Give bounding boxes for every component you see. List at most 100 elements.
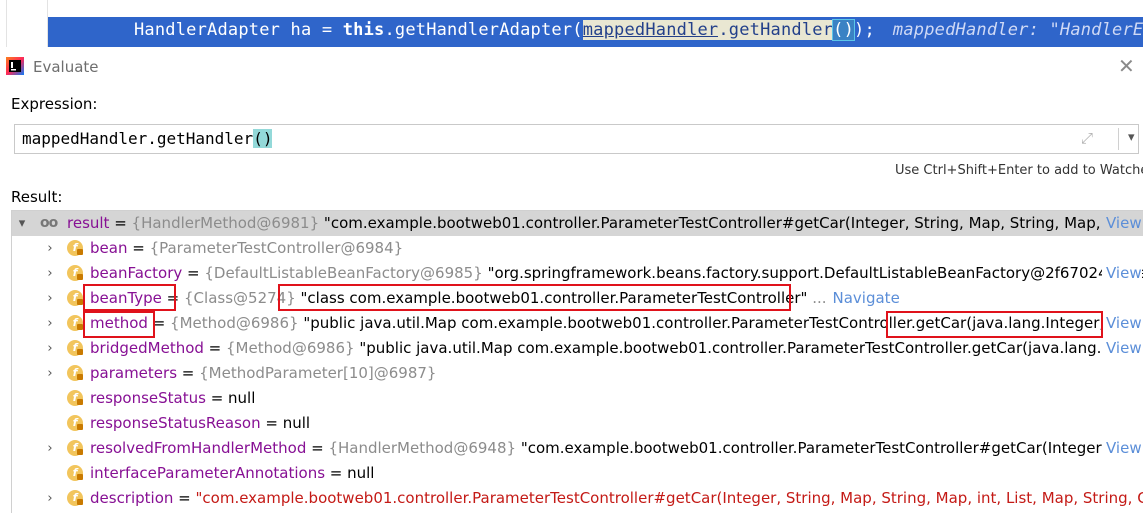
evaluate-dialog-header: Evaluate ✕ [0,52,1143,84]
field-icon: f [67,315,83,331]
var-name: parameters [90,364,178,382]
var-name: bridgedMethod [90,339,204,357]
tree-row-content: bean = {ParameterTestController@6984} [90,239,404,257]
tree-row-content: result = {HandlerMethod@6981} "com.examp… [67,214,1140,232]
watch-icon: oo [40,215,58,231]
code-token: HandlerAdapter ha = [134,20,343,40]
field-icon: f [67,440,83,456]
var-name: beanFactory [90,264,183,282]
view-link[interactable]: View [1102,436,1142,461]
var-name: interfaceParameterAnnotations [90,464,326,482]
view-link[interactable]: View [1102,211,1142,236]
var-value: null [347,464,375,482]
expression-label: Expression: [11,95,98,113]
var-value: "com.example.bootweb01.controller.Parame… [323,214,1140,232]
var-value: "public java.util.Map com.example.bootwe… [359,339,1122,357]
expanded-arrow-icon[interactable]: ▾ [16,211,28,236]
tree-row-content: resolvedFromHandlerMethod = {HandlerMeth… [90,439,1121,457]
var-ref: {Method@6986} [226,339,355,357]
navigate-link[interactable]: Navigate [833,289,900,307]
field-icon: f [67,265,83,281]
watches-hint: Use Ctrl+Shift+Enter to add to Watches [895,163,1143,178]
tree-row-interfaceparameterannotations[interactable]: f interfaceParameterAnnotations = null [12,461,1143,486]
field-icon: f [67,340,83,356]
tree-row-resolvedfromhandlermethod[interactable]: › f resolvedFromHandlerMethod = {Handler… [12,436,1143,461]
view-link[interactable]: View [1102,261,1142,286]
tree-row-bean[interactable]: › f bean = {ParameterTestController@6984… [12,236,1143,261]
code-variable: mappedHandler [582,20,719,40]
inline-value-hint: mappedHandler: "HandlerExecu [892,20,1143,40]
var-name: responseStatus [90,389,206,407]
result-tree[interactable]: ▾ oo result = {HandlerMethod@6981} "com.… [11,210,1143,513]
expand-arrow-icon[interactable]: › [44,261,56,286]
result-label: Result: [11,188,63,206]
field-icon: f [67,290,83,306]
field-icon: f [67,415,83,431]
code-call: .getHandler [718,20,834,40]
var-value: "org.springframework.beans.factory.suppo… [487,264,1143,282]
expand-arrow-icon[interactable]: › [44,361,56,386]
code-paren: () [832,19,856,41]
tree-row-beanfactory[interactable]: › f beanFactory = {DefaultListableBeanFa… [12,261,1143,286]
field-icon: f [67,465,83,481]
view-link[interactable]: View [1102,336,1142,361]
var-ref: {Method@6986} [170,314,299,332]
dialog-title: Evaluate [33,58,99,76]
var-value: null [228,389,256,407]
expand-arrow-icon[interactable]: › [44,336,56,361]
divider [1118,128,1119,150]
tree-row-content: description = "com.example.bootweb01.con… [90,486,1143,511]
var-ref: {DefaultListableBeanFactory@6985} [204,264,483,282]
annotation-box-method-name [83,311,155,338]
tree-row-responsestatusreason[interactable]: f responseStatusReason = null [12,411,1143,436]
code-keyword: this [342,20,385,40]
tree-row-content: parameters = {MethodParameter[10]@6987} [90,364,437,382]
tree-row-content: interfaceParameterAnnotations = null [90,464,375,482]
field-icon: f [67,490,83,506]
tree-row-result[interactable]: ▾ oo result = {HandlerMethod@6981} "com.… [12,211,1143,236]
var-ref: {ParameterTestController@6984} [149,239,404,257]
var-ref: {HandlerMethod@6948} [328,439,517,457]
editor-code-strip: HandlerAdapter ha = this.getHandlerAdapt… [0,0,1143,47]
expand-arrow-icon[interactable]: › [44,236,56,261]
current-execution-line[interactable]: HandlerAdapter ha = this.getHandlerAdapt… [48,17,1143,47]
var-name: responseStatusReason [90,414,261,432]
code-token: .getHandlerAdapter( [384,20,583,40]
expand-icon[interactable]: ⤢ [1081,129,1093,147]
field-icon: f [67,240,83,256]
expression-text[interactable]: mappedHandler.getHandler() [22,129,273,148]
var-ref: {HandlerMethod@6981} [131,214,320,232]
var-value: "com.example.bootweb01.controller.Parame… [520,439,1121,457]
code-text: HandlerAdapter ha = this.getHandlerAdapt… [134,19,1143,41]
annotation-box-beantype-name [83,284,176,311]
code-token: ); [854,20,875,40]
tree-row-description[interactable]: › f description = "com.example.bootweb01… [12,486,1143,511]
expand-arrow-icon[interactable]: › [44,286,56,311]
view-link[interactable]: View [1102,311,1142,336]
tree-row-content: responseStatus = null [90,389,256,407]
expand-arrow-icon[interactable]: › [44,436,56,461]
var-value: null [282,414,311,432]
var-name: description [90,489,174,507]
expression-paren: () [253,129,273,148]
ellipsis: ... [812,289,827,307]
close-icon[interactable]: ✕ [1118,56,1135,76]
var-value: "public java.util.Map com.example.bootwe… [303,314,916,332]
var-name: result [67,214,110,232]
annotation-box-method-value [886,311,1103,338]
gutter-divider [6,0,7,47]
expand-arrow-icon[interactable]: › [44,486,56,511]
tree-row-parameters[interactable]: › f parameters = {MethodParameter[10]@69… [12,361,1143,386]
annotation-box-beantype-value [278,284,791,311]
tree-row-responsestatus[interactable]: f responseStatus = null [12,386,1143,411]
tree-row-content: beanFactory = {DefaultListableBeanFactor… [90,261,1143,286]
tree-row-content: bridgedMethod = {Method@6986} "public ja… [90,339,1122,357]
chevron-down-icon[interactable]: ▾ [1128,130,1135,145]
expression-input[interactable]: mappedHandler.getHandler() ⤢ ▾ [14,124,1139,154]
tree-row-bridgedmethod[interactable]: › f bridgedMethod = {Method@6986} "publi… [12,336,1143,361]
tree-row-content: responseStatusReason = null [90,414,311,432]
expression-value: mappedHandler.getHandler [22,129,254,148]
expand-arrow-icon[interactable]: › [44,311,56,336]
var-name: bean [90,239,128,257]
field-icon: f [67,390,83,406]
